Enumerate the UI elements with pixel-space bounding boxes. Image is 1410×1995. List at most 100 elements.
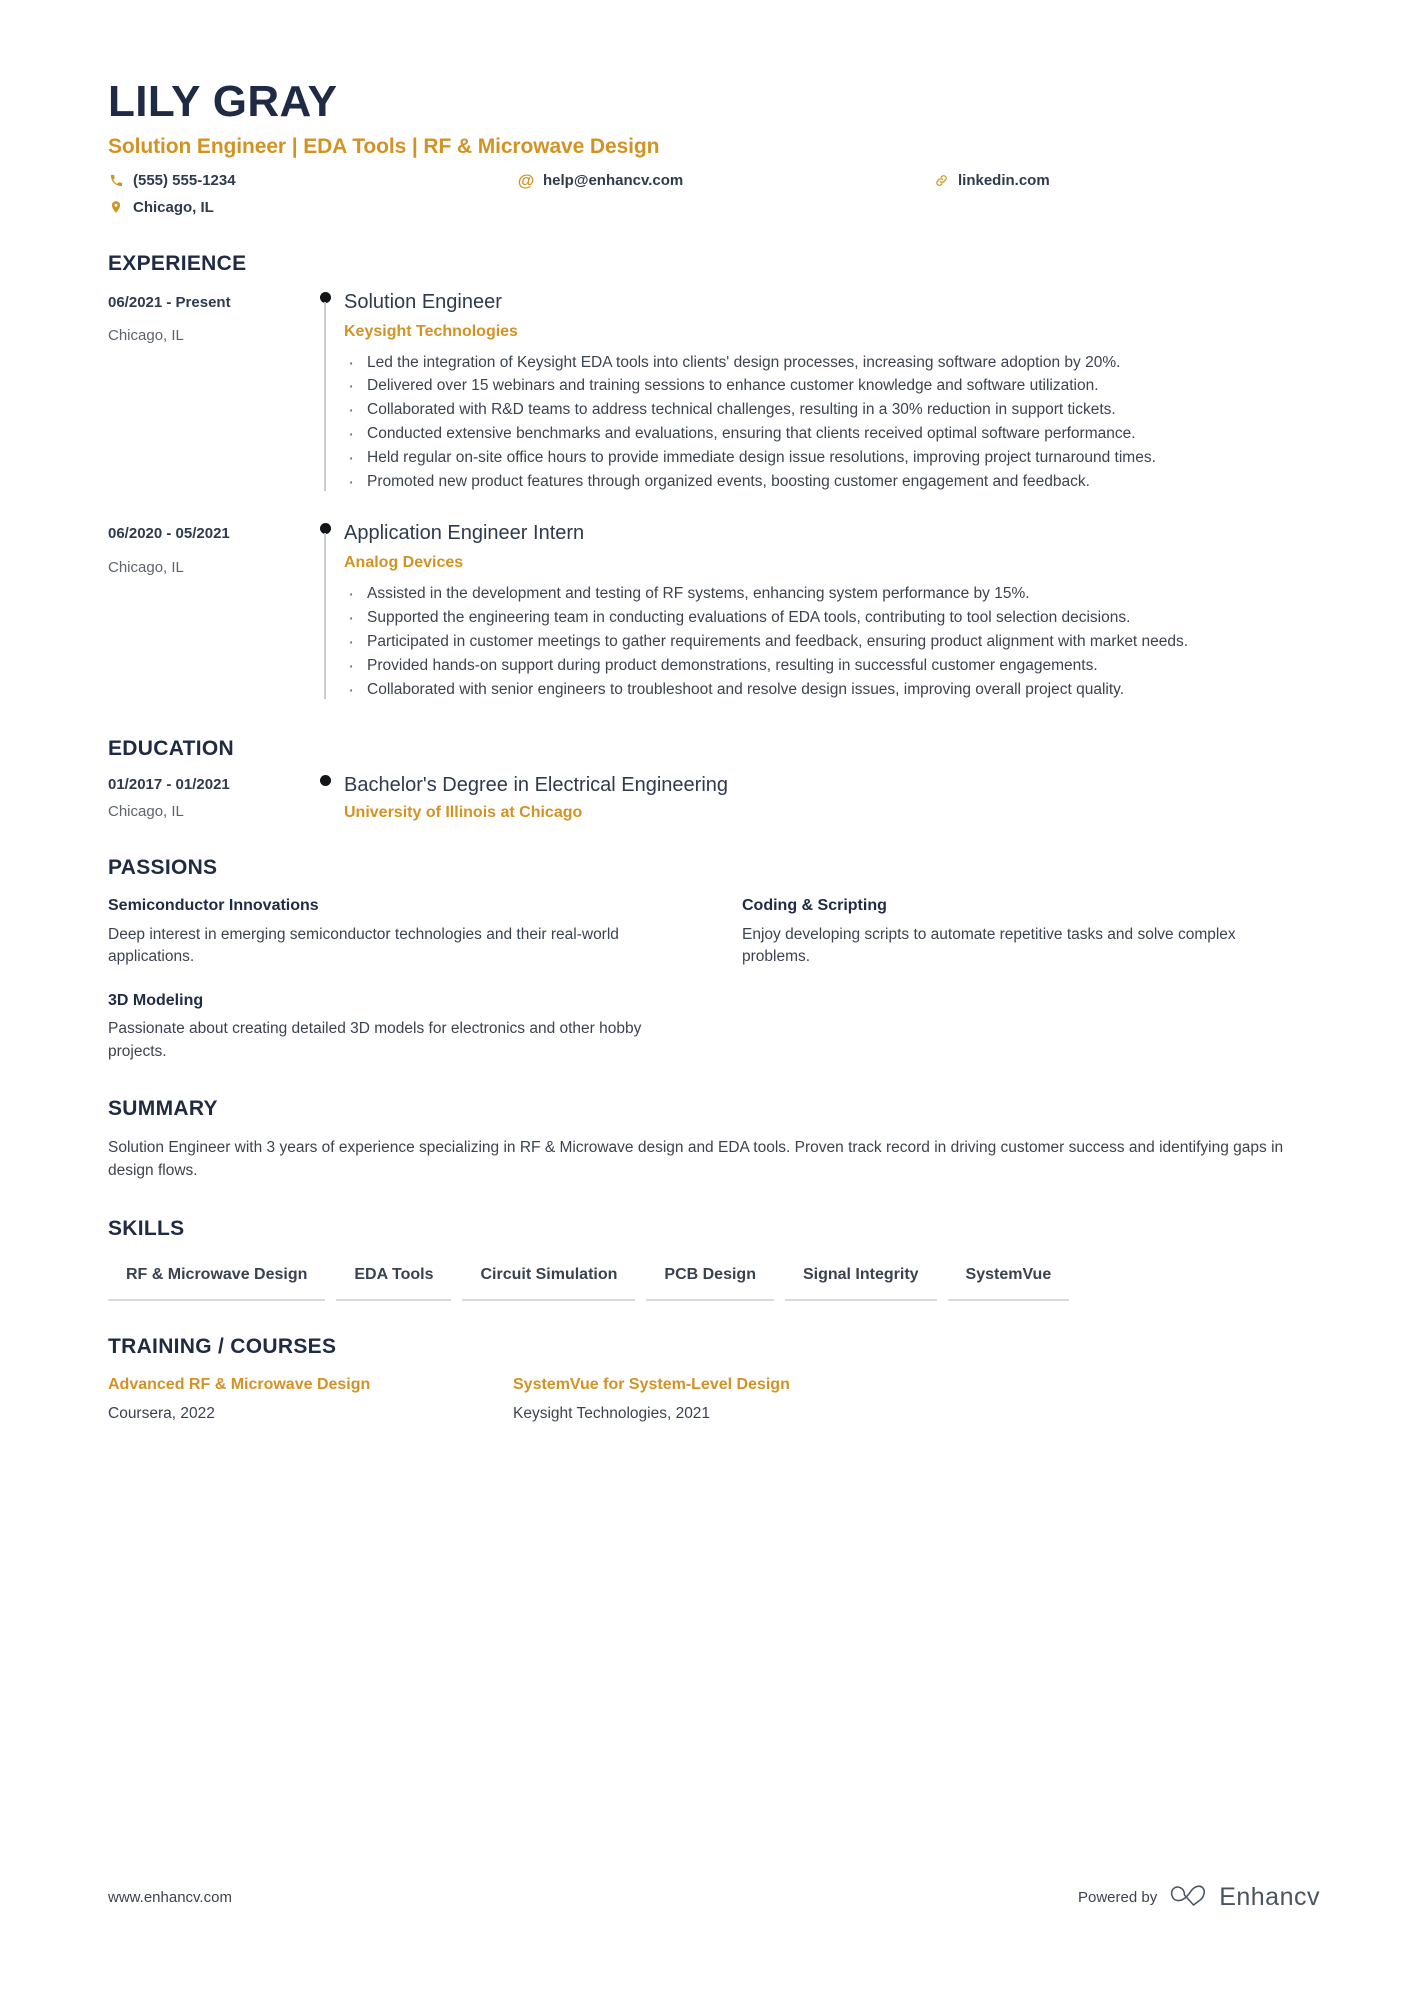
experience-entry-location: Chicago, IL [108, 327, 184, 345]
passion-description: Deep interest in emerging semiconductor … [108, 925, 619, 966]
skill-chip: Signal Integrity [784, 1261, 937, 1301]
training-list: Advanced RF & Microwave Design Coursera,… [108, 1375, 1320, 1423]
experience-entry-bullets: Assisted in the development and testing … [344, 581, 1320, 705]
experience-entry-meta: 06/2021 - Present Chicago, IL [108, 290, 306, 496]
timeline-line [324, 301, 326, 492]
skills-list: RF & Microwave Design EDA Tools Circuit … [108, 1261, 1320, 1301]
contact-location: Chicago, IL [108, 197, 518, 218]
skills-section: SKILLS RF & Microwave Design EDA Tools C… [108, 1217, 1320, 1301]
experience-entry: 06/2020 - 05/2021 Chicago, IL Applicatio… [108, 521, 1320, 705]
education-section-title: EDUCATION [108, 736, 234, 760]
passions-section: PASSIONS Semiconductor Innovations Deep … [108, 856, 1320, 1063]
education-section: EDUCATION 01/2017 - 01/2021 Chicago, IL … [108, 737, 1320, 822]
contact-linkedin[interactable]: linkedin.com [933, 170, 1320, 191]
summary-text: Solution Engineer with 3 years of experi… [108, 1139, 1284, 1180]
skill-chip: RF & Microwave Design [108, 1261, 326, 1301]
training-section: TRAINING / COURSES Advanced RF & Microwa… [108, 1335, 1320, 1423]
contact-email[interactable]: @ help@enhancv.com [518, 170, 933, 191]
experience-entry-company: Analog Devices [344, 554, 464, 572]
skill-chip: PCB Design [646, 1261, 774, 1301]
skill-chip: SystemVue [947, 1261, 1070, 1301]
candidate-name: LILY GRAY [108, 77, 338, 126]
summary-section-title: SUMMARY [108, 1097, 218, 1121]
training-item: SystemVue for System-Level Design Keysig… [513, 1375, 1320, 1423]
experience-section: EXPERIENCE 06/2021 - Present Chicago, IL… [108, 251, 1320, 705]
passion-item: Coding & Scripting Enjoy developing scri… [742, 896, 1320, 969]
bullet-item: Provided hands-on support during product… [344, 653, 1320, 681]
timeline-marker [306, 290, 344, 496]
contact-info: (555) 555-1234 @ help@enhancv.com linked… [108, 170, 1320, 218]
enhancv-logo: Enhancv [1169, 1882, 1320, 1913]
candidate-headline: Solution Engineer | EDA Tools | RF & Mic… [108, 134, 660, 158]
powered-by-label: Powered by [1077, 1889, 1158, 1906]
experience-entry-meta: 06/2020 - 05/2021 Chicago, IL [108, 521, 306, 703]
skill-chip: EDA Tools [336, 1261, 452, 1301]
bullet-item: Assisted in the development and testing … [344, 581, 1320, 609]
bullet-item: Led the integration of Keysight EDA tool… [344, 350, 1320, 378]
bullet-item: Collaborated with senior engineers to tr… [344, 677, 1320, 705]
bullet-item: Supported the engineering team in conduc… [344, 605, 1320, 633]
education-entry-meta: 01/2017 - 01/2021 Chicago, IL [108, 773, 306, 822]
education-entry: 01/2017 - 01/2021 Chicago, IL Bachelor's… [108, 773, 1320, 822]
skill-chip: Circuit Simulation [462, 1261, 636, 1301]
contact-phone-value: (555) 555-1234 [133, 171, 236, 189]
bullet-item: Promoted new product features through or… [344, 469, 1320, 497]
experience-entry-date: 06/2021 - Present [108, 293, 231, 311]
footer-website-url[interactable]: www.enhancv.com [108, 1889, 232, 1906]
email-icon: @ [517, 170, 535, 190]
passion-name: Coding & Scripting [742, 896, 887, 914]
bullet-item: Participated in customer meetings to gat… [344, 629, 1320, 657]
link-icon [933, 172, 949, 188]
timeline-marker [306, 773, 344, 822]
training-item: Advanced RF & Microwave Design Coursera,… [108, 1375, 513, 1423]
experience-entry: 06/2021 - Present Chicago, IL Solution E… [108, 290, 1320, 498]
footer-branding: Powered by Enhancv [1078, 1882, 1320, 1913]
experience-section-title: EXPERIENCE [108, 251, 247, 275]
phone-icon [108, 172, 124, 188]
experience-entry-location: Chicago, IL [108, 558, 184, 576]
summary-section: SUMMARY Solution Engineer with 3 years o… [108, 1097, 1320, 1183]
education-entry-body: Bachelor's Degree in Electrical Engineer… [344, 773, 1320, 822]
contact-phone[interactable]: (555) 555-1234 [108, 170, 518, 191]
location-pin-icon [108, 199, 124, 215]
training-section-title: TRAINING / COURSES [108, 1334, 337, 1358]
passions-section-title: PASSIONS [108, 855, 218, 879]
resume-header: LILY GRAY Solution Engineer | EDA Tools … [108, 78, 1320, 218]
enhancv-wordmark: Enhancv [1219, 1883, 1320, 1911]
training-course-name: SystemVue for System-Level Design [513, 1375, 790, 1393]
experience-entry-company: Keysight Technologies [344, 322, 518, 340]
passion-item: Semiconductor Innovations Deep interest … [108, 896, 686, 969]
bullet-item: Delivered over 15 webinars and training … [344, 373, 1320, 401]
enhancv-mark-icon [1169, 1882, 1209, 1913]
education-entry-date: 01/2017 - 01/2021 [108, 775, 230, 793]
experience-entry-role: Application Engineer Intern [344, 522, 585, 545]
experience-entry-bullets: Led the integration of Keysight EDA tool… [344, 350, 1320, 498]
training-course-name: Advanced RF & Microwave Design [108, 1375, 371, 1393]
passion-name: Semiconductor Innovations [108, 896, 319, 914]
education-degree: Bachelor's Degree in Electrical Engineer… [344, 773, 729, 796]
passions-grid: Semiconductor Innovations Deep interest … [108, 896, 1320, 1063]
experience-entry-date: 06/2020 - 05/2021 [108, 525, 230, 543]
passion-name: 3D Modeling [108, 991, 204, 1009]
passion-description: Enjoy developing scripts to automate rep… [742, 925, 1236, 966]
education-school: University of Illinois at Chicago [344, 803, 583, 821]
passion-description: Passionate about creating detailed 3D mo… [108, 1020, 642, 1060]
contact-linkedin-value: linkedin.com [958, 171, 1050, 189]
training-course-provider: Keysight Technologies, 2021 [513, 1404, 711, 1422]
contact-location-value: Chicago, IL [133, 198, 214, 216]
bullet-item: Held regular on-site office hours to pro… [344, 445, 1320, 473]
bullet-item: Conducted extensive benchmarks and evalu… [344, 421, 1320, 449]
passion-item: 3D Modeling Passionate about creating de… [108, 991, 686, 1064]
experience-entry-role: Solution Engineer [344, 290, 502, 313]
skills-section-title: SKILLS [108, 1217, 185, 1241]
experience-entry-body: Application Engineer Intern Analog Devic… [344, 521, 1320, 705]
timeline-dot-icon [319, 774, 331, 786]
resume-page: LILY GRAY Solution Engineer | EDA Tools … [0, 0, 1410, 1995]
page-footer: www.enhancv.com Powered by Enhancv [108, 1882, 1320, 1913]
training-course-provider: Coursera, 2022 [108, 1404, 215, 1422]
experience-entry-body: Solution Engineer Keysight Technologies … [344, 290, 1320, 498]
education-entry-location: Chicago, IL [108, 803, 184, 821]
timeline-marker [306, 521, 344, 703]
contact-email-value: help@enhancv.com [543, 171, 684, 189]
timeline-line [324, 533, 326, 699]
